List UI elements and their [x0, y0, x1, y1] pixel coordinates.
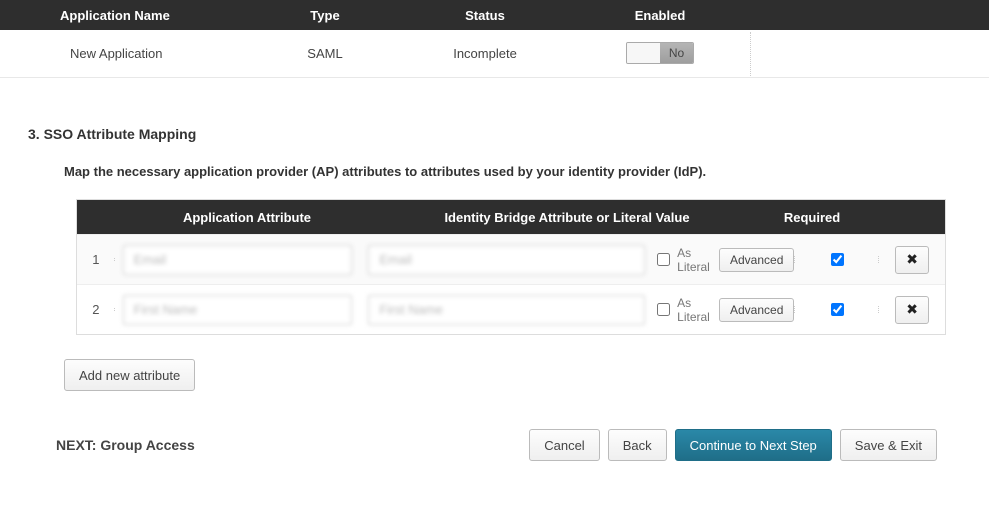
close-icon: ✖ [906, 251, 918, 268]
required-checkbox[interactable] [831, 253, 844, 266]
col-header-type: Type [250, 8, 400, 23]
add-new-attribute-button[interactable]: Add new attribute [64, 359, 195, 391]
continue-button[interactable]: Continue to Next Step [675, 429, 832, 461]
footer-row: NEXT: Group Access Cancel Back Continue … [56, 429, 937, 461]
col-header-name: Application Name [0, 8, 250, 23]
table-row: 2 As Literal Advanced ✖ [77, 284, 945, 334]
close-icon: ✖ [906, 301, 918, 318]
table-row: 1 As Literal Advanced ✖ [77, 234, 945, 284]
col-header-required: Required [757, 210, 867, 225]
as-literal-label[interactable]: As Literal [653, 296, 711, 324]
app-summary-header: Application Name Type Status Enabled [0, 0, 989, 30]
cancel-button[interactable]: Cancel [529, 429, 599, 461]
identity-bridge-attribute-input[interactable] [368, 295, 645, 325]
col-header-enabled: Enabled [570, 8, 750, 23]
enabled-toggle-label: No [660, 43, 693, 63]
back-button[interactable]: Back [608, 429, 667, 461]
remove-row-button[interactable]: ✖ [895, 246, 929, 274]
col-header-app-attribute: Application Attribute [117, 210, 377, 225]
as-literal-checkbox[interactable] [657, 253, 670, 266]
col-header-status: Status [400, 8, 570, 23]
as-literal-checkbox[interactable] [657, 303, 670, 316]
save-exit-button[interactable]: Save & Exit [840, 429, 937, 461]
divider [750, 32, 767, 76]
attribute-mapping-table: Application Attribute Identity Bridge At… [76, 199, 946, 335]
remove-row-button[interactable]: ✖ [895, 296, 929, 324]
next-step-label: NEXT: Group Access [56, 437, 195, 453]
application-attribute-input[interactable] [123, 295, 353, 325]
section-description: Map the necessary application provider (… [64, 164, 961, 179]
app-status-value: Incomplete [400, 46, 570, 61]
row-index: 2 [77, 302, 115, 317]
app-type-value: SAML [250, 46, 400, 61]
app-summary-row: New Application SAML Incomplete No [0, 30, 989, 78]
advanced-button[interactable]: Advanced [719, 248, 794, 272]
required-checkbox[interactable] [831, 303, 844, 316]
advanced-button[interactable]: Advanced [719, 298, 794, 322]
col-header-bridge-attribute: Identity Bridge Attribute or Literal Val… [377, 210, 757, 225]
enabled-toggle[interactable]: No [626, 42, 694, 64]
application-attribute-input[interactable] [123, 245, 353, 275]
as-literal-label[interactable]: As Literal [653, 246, 711, 274]
section-title: 3. SSO Attribute Mapping [28, 126, 961, 142]
row-index: 1 [77, 252, 115, 267]
app-enabled-cell: No [570, 42, 750, 66]
identity-bridge-attribute-input[interactable] [368, 245, 645, 275]
app-name-value: New Application [0, 46, 250, 61]
attribute-table-header: Application Attribute Identity Bridge At… [77, 200, 945, 234]
